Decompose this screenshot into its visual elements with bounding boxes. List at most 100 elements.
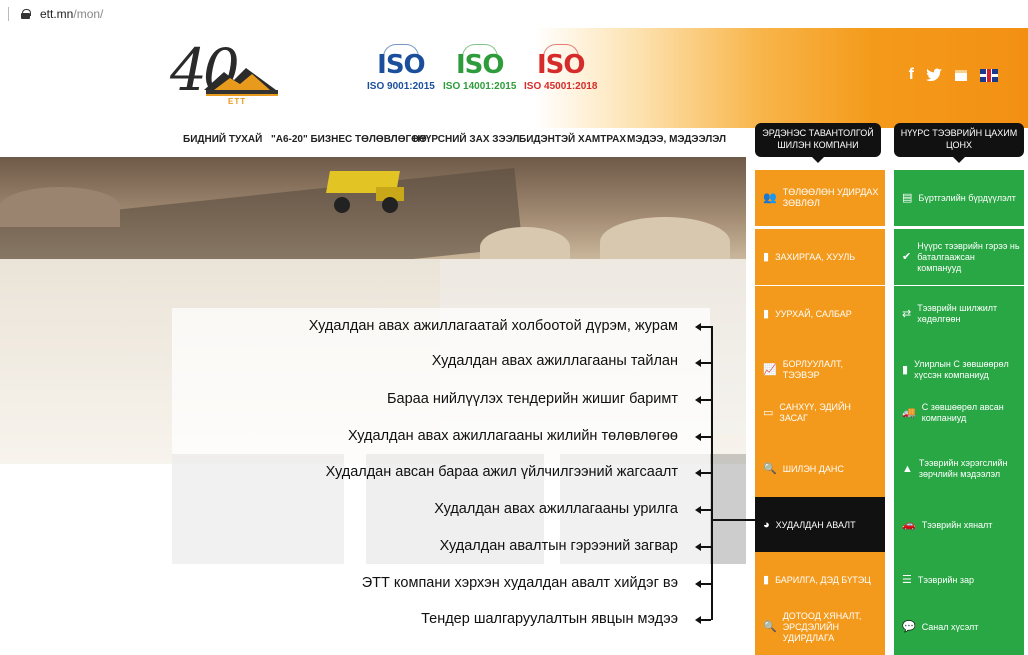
uk-flag-icon[interactable] xyxy=(980,68,998,82)
chart-icon: 📈 xyxy=(763,363,777,376)
users-icon: 👥 xyxy=(763,191,777,204)
hero-coal-pile xyxy=(480,227,570,259)
twitter-icon[interactable] xyxy=(926,68,942,82)
search-icon: 🔍 xyxy=(763,462,777,475)
document-icon: ▮ xyxy=(763,573,770,586)
lock-icon xyxy=(21,9,31,19)
side-button-board[interactable]: 👥 ТӨЛӨӨЛӨН УДИРДАХ ЗӨВЛӨЛ xyxy=(755,170,885,226)
side-button-permitted-companies[interactable]: 🚚 С зөвшөөрөл авсан компаниуд xyxy=(894,385,1024,441)
hero-coal-pile xyxy=(0,187,120,227)
side-button-label: Бүртгэлийн бүрдүүлэлт xyxy=(918,192,1016,203)
toolbar-divider xyxy=(8,7,9,21)
iso-mark: ISO xyxy=(367,52,435,78)
iso-label: ISO 14001:2015 xyxy=(443,81,517,92)
side-button-label: Тээврийн хэрэгслийн зөрчлийн мэдээлэл xyxy=(918,458,1008,479)
company-logo[interactable]: 40 ЕТТ xyxy=(166,36,286,126)
side-button-label: ЗАХИРГАА, ХУУЛЬ xyxy=(775,251,856,262)
site-header: 40 ЕТТ ISO ISO 9001:2015 ISO ISO 14001:2… xyxy=(0,28,1028,128)
side-button-admin-law[interactable]: ▮ ЗАХИРГАА, ХУУЛЬ xyxy=(755,229,885,285)
hero-banner xyxy=(0,157,746,259)
social-links: f xyxy=(909,66,998,84)
submenu-item-invitation[interactable]: Худалдан авах ажиллагааны урилга xyxy=(434,501,678,517)
submenu-item-how-procure[interactable]: ЭТТ компани хэрхэн худалдан авалт хийдэг… xyxy=(362,575,678,591)
side-button-label: Тээврийн зар xyxy=(917,574,975,585)
iso-mark: ISO xyxy=(443,52,516,78)
nav-item-about[interactable]: БИДНИЙ ТУХАЙ xyxy=(183,134,262,145)
side-button-label: САНХҮҮ, ЭДИЙН ЗАСАГ xyxy=(779,402,851,423)
side-button-label: Тээврийн шилжилт хөдөлгөөн xyxy=(917,303,998,324)
side-button-label: УУРХАЙ, САЛБАР xyxy=(775,308,852,319)
side-button-vehicle-violations[interactable]: ▲ Тээврийн хэрэгслийн зөрчлийн мэдээлэл xyxy=(894,441,1024,497)
search-icon: 🔍 xyxy=(763,620,777,633)
hero-coal-pile xyxy=(600,217,730,259)
truck-icon: 🚚 xyxy=(902,406,916,419)
arrow-left-icon xyxy=(695,323,711,330)
iso-9001-badge: ISO ISO 9001:2015 xyxy=(367,52,435,92)
side-button-label: С зөвшөөрөл авсан компаниуд xyxy=(921,402,1004,423)
nav-item-business-plan[interactable]: "А6-20" БИЗНЕС ТӨЛӨВЛӨГӨӨ xyxy=(271,134,427,145)
url-path: /mon/ xyxy=(73,7,104,21)
side-button-transport-movement[interactable]: ⇄ Тээврийн шилжилт хөдөлгөөн xyxy=(894,286,1024,342)
arrow-left-icon xyxy=(695,580,711,587)
glass-company-bubble[interactable]: ЭРДЭНЭС ТАВАНТОЛГОЙ ШИЛЭН КОМПАНИ xyxy=(755,123,881,157)
address-bar[interactable]: ett.mn/mon/ xyxy=(0,0,1028,28)
car-icon: 🚗 xyxy=(902,518,916,531)
logo-stripe-accent xyxy=(206,94,278,96)
submenu-item-annual-plan[interactable]: Худалдан авах ажиллагааны жилийн төлөвлө… xyxy=(348,428,678,444)
arrow-left-icon xyxy=(695,433,711,440)
register-icon: ▤ xyxy=(902,191,913,204)
submenu-item-tender-news[interactable]: Тендер шалгаруулалтын явцын мэдээ xyxy=(421,611,678,627)
truck-wheel xyxy=(334,197,350,213)
side-button-label: Нүүрс тээврийн гэрээ нь баталгаажсан ком… xyxy=(917,240,1020,273)
side-button-registration[interactable]: ▤ Бүртгэлийн бүрдүүлэлт xyxy=(894,170,1024,226)
submenu-item-tender-documents[interactable]: Бараа нийлүүлэх тендерийн жишиг баримт xyxy=(387,391,678,407)
side-button-glass-account[interactable]: 🔍 ШИЛЭН ДАНС xyxy=(755,441,885,497)
side-button-internal-control[interactable]: 🔍 ДОТООД ХЯНАЛТ, ЭРСДЭЛИЙН УДИРДЛАГА xyxy=(755,599,885,655)
side-button-verified-companies[interactable]: ✔ Нүүрс тээврийн гэрээ нь баталгаажсан к… xyxy=(894,229,1024,285)
submenu-item-purchased-list[interactable]: Худалдан авсан бараа ажил үйлчилгээний ж… xyxy=(326,464,678,480)
url-domain: ett.mn xyxy=(40,7,74,21)
side-button-feedback[interactable]: 💬 Санал хүсэлт xyxy=(894,599,1024,655)
document-icon: ▮ xyxy=(902,363,909,376)
nav-item-news[interactable]: МЭДЭЭ, МЭДЭЭЛЭЛ xyxy=(627,134,726,145)
coal-transport-bubble[interactable]: НҮҮРС ТЭЭВРИЙН ЦАХИМ ЦОНХ xyxy=(894,123,1024,157)
submenu-item-report[interactable]: Худалдан авах ажиллагааны тайлан xyxy=(432,353,678,369)
card-icon: ▭ xyxy=(763,406,774,419)
side-button-mine[interactable]: ▮ УУРХАЙ, САЛБАР xyxy=(755,286,885,342)
iso-label: ISO 45001:2018 xyxy=(524,81,598,92)
logo-ett: ЕТТ xyxy=(228,97,247,106)
side-button-label: Санал хүсэлт xyxy=(921,621,979,632)
side-button-transport-control[interactable]: 🚗 Тээврийн хяналт xyxy=(894,497,1024,553)
transfer-icon: ⇄ xyxy=(902,307,912,320)
nav-item-coal-market[interactable]: НҮҮРСНИЙ ЗАХ ЗЭЭЛ xyxy=(413,134,519,145)
side-button-procurement[interactable]: ◕ ХУДАЛДАН АВАЛТ xyxy=(755,497,885,553)
side-button-label: БАРИЛГА, ДЭД БҮТЭЦ xyxy=(775,574,871,585)
facebook-icon[interactable]: f xyxy=(909,66,914,84)
comment-icon: 💬 xyxy=(902,620,916,633)
submenu-item-contract-template[interactable]: Худалдан авалтын гэрээний загвар xyxy=(440,538,678,554)
arrow-left-icon xyxy=(695,506,711,513)
hero-truck-image xyxy=(326,167,408,213)
check-circle-icon: ✔ xyxy=(902,250,912,263)
calendar-icon[interactable] xyxy=(954,68,968,82)
side-button-label: Улирлын С зөвшөөрөл хүссэн компаниуд xyxy=(914,359,1009,380)
nav-item-cooperate[interactable]: БИДЭНТЭЙ ХАМТРАХ xyxy=(519,134,626,145)
iso-45001-badge: ISO ISO 45001:2018 xyxy=(524,52,597,92)
side-button-finance[interactable]: ▭ САНХҮҮ, ЭДИЙН ЗАСАГ xyxy=(755,385,885,441)
iso-label: ISO 9001:2015 xyxy=(367,81,435,92)
arrow-left-icon xyxy=(695,469,711,476)
iso-14001-badge: ISO ISO 14001:2015 xyxy=(443,52,516,92)
list-icon: ☰ xyxy=(902,573,912,586)
side-button-label: ТӨЛӨӨЛӨН УДИРДАХ ЗӨВЛӨЛ xyxy=(782,187,879,208)
arrow-left-icon xyxy=(695,616,711,623)
arrow-left-icon xyxy=(695,396,711,403)
document-icon: ▮ xyxy=(763,307,770,320)
side-button-label: ДОТООД ХЯНАЛТ, ЭРСДЭЛИЙН УДИРДЛАГА xyxy=(782,610,862,643)
document-icon: ▮ xyxy=(763,250,770,263)
truck-wheel xyxy=(382,197,398,213)
pie-icon: ◕ xyxy=(763,518,770,531)
submenu-item-rules[interactable]: Худалдан авах ажиллагаатай холбоотой дүр… xyxy=(309,318,678,334)
side-button-label: БОРЛУУЛАЛТ, ТЭЭВЭР xyxy=(782,359,844,380)
main-nav: БИДНИЙ ТУХАЙ "А6-20" БИЗНЕС ТӨЛӨВЛӨГӨӨ Н… xyxy=(0,128,750,156)
iso-mark: ISO xyxy=(524,52,597,78)
